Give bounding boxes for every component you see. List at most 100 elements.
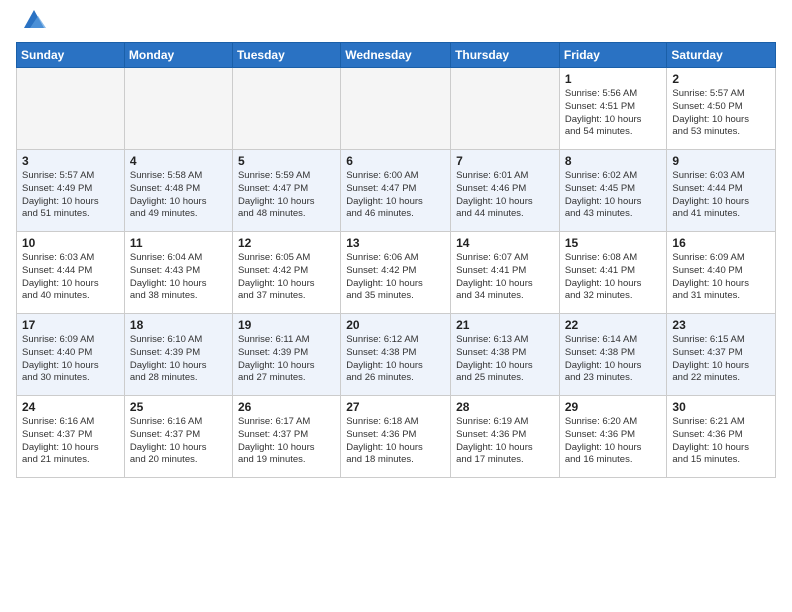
day-info: Sunrise: 6:21 AMSunset: 4:36 PMDaylight:… <box>672 416 770 467</box>
calendar-cell: 10Sunrise: 6:03 AMSunset: 4:44 PMDayligh… <box>17 232 125 314</box>
calendar-cell: 4 Sunrise: 5:58 AMSunset: 4:48 PMDaylight… <box>124 150 232 232</box>
calendar-cell: 2 Sunrise: 5:57 AMSunset: 4:50 PMDaylight… <box>667 68 776 150</box>
day-info: Sunrise: 6:14 AMSunset: 4:38 PMDaylight:… <box>565 334 662 385</box>
day-info: Sunrise: 6:19 AMSunset: 4:36 PMDaylight:… <box>456 416 554 467</box>
day-number: 20 <box>346 318 445 332</box>
day-number: 27 <box>346 400 445 414</box>
calendar-cell: 8 Sunrise: 6:02 AMSunset: 4:45 PMDaylight… <box>559 150 667 232</box>
calendar-cell: 23Sunrise: 6:15 AMSunset: 4:37 PMDayligh… <box>667 314 776 396</box>
day-info: Sunrise: 6:17 AMSunset: 4:37 PMDaylight:… <box>238 416 335 467</box>
day-info: Sunrise: 6:18 AMSunset: 4:36 PMDaylight:… <box>346 416 445 467</box>
day-number: 26 <box>238 400 335 414</box>
weekday-header-row: SundayMondayTuesdayWednesdayThursdayFrid… <box>17 43 776 68</box>
weekday-header-thursday: Thursday <box>451 43 560 68</box>
calendar-cell <box>17 68 125 150</box>
day-number: 28 <box>456 400 554 414</box>
calendar-cell: 14Sunrise: 6:07 AMSunset: 4:41 PMDayligh… <box>451 232 560 314</box>
day-info: Sunrise: 6:08 AMSunset: 4:41 PMDaylight:… <box>565 252 662 303</box>
weekday-header-wednesday: Wednesday <box>341 43 451 68</box>
week-row-4: 17 Sunrise: 6:09 AMSunset: 4:40 PMDayligh… <box>17 314 776 396</box>
day-info: Sunrise: 5:56 AMSunset: 4:51 PMDaylight:… <box>565 88 662 139</box>
calendar-cell: 9Sunrise: 6:03 AMSunset: 4:44 PMDaylight… <box>667 150 776 232</box>
logo-icon <box>20 6 48 34</box>
day-info: Sunrise: 6:10 AMSunset: 4:39 PMDaylight:… <box>130 334 227 385</box>
day-info: Sunrise: 6:09 AMSunset: 4:40 PMDaylight:… <box>22 334 119 385</box>
calendar-cell: 15Sunrise: 6:08 AMSunset: 4:41 PMDayligh… <box>559 232 667 314</box>
calendar-cell: 1 Sunrise: 5:56 AMSunset: 4:51 PMDaylight… <box>559 68 667 150</box>
calendar-cell: 7 Sunrise: 6:01 AMSunset: 4:46 PMDaylight… <box>451 150 560 232</box>
day-number: 30 <box>672 400 770 414</box>
day-info: Sunrise: 6:20 AMSunset: 4:36 PMDaylight:… <box>565 416 662 467</box>
day-info: Sunrise: 6:00 AMSunset: 4:47 PMDaylight:… <box>346 170 445 221</box>
calendar-cell: 22 Sunrise: 6:14 AMSunset: 4:38 PMDayligh… <box>559 314 667 396</box>
day-number: 4 <box>130 154 227 168</box>
calendar-cell: 24 Sunrise: 6:16 AMSunset: 4:37 PMDayligh… <box>17 396 125 478</box>
day-info: Sunrise: 6:04 AMSunset: 4:43 PMDaylight:… <box>130 252 227 303</box>
day-number: 12 <box>238 236 335 250</box>
day-number: 22 <box>565 318 662 332</box>
day-info: Sunrise: 6:07 AMSunset: 4:41 PMDaylight:… <box>456 252 554 303</box>
logo <box>16 10 48 34</box>
weekday-header-sunday: Sunday <box>17 43 125 68</box>
day-info: Sunrise: 6:13 AMSunset: 4:38 PMDaylight:… <box>456 334 554 385</box>
calendar-cell: 19 Sunrise: 6:11 AMSunset: 4:39 PMDayligh… <box>232 314 340 396</box>
calendar-cell: 29Sunrise: 6:20 AMSunset: 4:36 PMDayligh… <box>559 396 667 478</box>
page: SundayMondayTuesdayWednesdayThursdayFrid… <box>0 0 792 612</box>
day-info: Sunrise: 6:02 AMSunset: 4:45 PMDaylight:… <box>565 170 662 221</box>
calendar-cell: 20 Sunrise: 6:12 AMSunset: 4:38 PMDayligh… <box>341 314 451 396</box>
calendar-cell: 13 Sunrise: 6:06 AMSunset: 4:42 PMDayligh… <box>341 232 451 314</box>
calendar-cell: 17 Sunrise: 6:09 AMSunset: 4:40 PMDayligh… <box>17 314 125 396</box>
calendar-cell: 16 Sunrise: 6:09 AMSunset: 4:40 PMDayligh… <box>667 232 776 314</box>
weekday-header-monday: Monday <box>124 43 232 68</box>
day-number: 3 <box>22 154 119 168</box>
day-number: 16 <box>672 236 770 250</box>
day-info: Sunrise: 5:57 AMSunset: 4:49 PMDaylight:… <box>22 170 119 221</box>
calendar-cell: 3 Sunrise: 5:57 AMSunset: 4:49 PMDaylight… <box>17 150 125 232</box>
day-number: 18 <box>130 318 227 332</box>
calendar-cell: 6Sunrise: 6:00 AMSunset: 4:47 PMDaylight… <box>341 150 451 232</box>
calendar-cell <box>451 68 560 150</box>
calendar-cell: 28 Sunrise: 6:19 AMSunset: 4:36 PMDayligh… <box>451 396 560 478</box>
calendar-cell: 21Sunrise: 6:13 AMSunset: 4:38 PMDayligh… <box>451 314 560 396</box>
day-info: Sunrise: 6:12 AMSunset: 4:38 PMDaylight:… <box>346 334 445 385</box>
calendar-cell <box>341 68 451 150</box>
day-info: Sunrise: 6:09 AMSunset: 4:40 PMDaylight:… <box>672 252 770 303</box>
day-info: Sunrise: 6:11 AMSunset: 4:39 PMDaylight:… <box>238 334 335 385</box>
calendar-cell: 12Sunrise: 6:05 AMSunset: 4:42 PMDayligh… <box>232 232 340 314</box>
calendar-cell: 30 Sunrise: 6:21 AMSunset: 4:36 PMDayligh… <box>667 396 776 478</box>
day-number: 11 <box>130 236 227 250</box>
weekday-header-saturday: Saturday <box>667 43 776 68</box>
calendar-cell: 5Sunrise: 5:59 AMSunset: 4:47 PMDaylight… <box>232 150 340 232</box>
calendar-cell <box>124 68 232 150</box>
calendar-table: SundayMondayTuesdayWednesdayThursdayFrid… <box>16 42 776 478</box>
day-number: 19 <box>238 318 335 332</box>
day-info: Sunrise: 6:03 AMSunset: 4:44 PMDaylight:… <box>22 252 119 303</box>
week-row-1: 1 Sunrise: 5:56 AMSunset: 4:51 PMDaylight… <box>17 68 776 150</box>
day-number: 5 <box>238 154 335 168</box>
day-info: Sunrise: 6:01 AMSunset: 4:46 PMDaylight:… <box>456 170 554 221</box>
day-info: Sunrise: 6:03 AMSunset: 4:44 PMDaylight:… <box>672 170 770 221</box>
day-info: Sunrise: 5:58 AMSunset: 4:48 PMDaylight:… <box>130 170 227 221</box>
day-number: 17 <box>22 318 119 332</box>
calendar-cell: 25 Sunrise: 6:16 AMSunset: 4:37 PMDayligh… <box>124 396 232 478</box>
day-info: Sunrise: 6:15 AMSunset: 4:37 PMDaylight:… <box>672 334 770 385</box>
day-info: Sunrise: 6:16 AMSunset: 4:37 PMDaylight:… <box>22 416 119 467</box>
calendar-cell: 26 Sunrise: 6:17 AMSunset: 4:37 PMDayligh… <box>232 396 340 478</box>
calendar-cell: 18 Sunrise: 6:10 AMSunset: 4:39 PMDayligh… <box>124 314 232 396</box>
header <box>16 10 776 34</box>
day-info: Sunrise: 6:16 AMSunset: 4:37 PMDaylight:… <box>130 416 227 467</box>
calendar-cell: 27 Sunrise: 6:18 AMSunset: 4:36 PMDayligh… <box>341 396 451 478</box>
day-number: 7 <box>456 154 554 168</box>
day-number: 25 <box>130 400 227 414</box>
calendar-cell <box>232 68 340 150</box>
day-number: 1 <box>565 72 662 86</box>
calendar-cell: 11 Sunrise: 6:04 AMSunset: 4:43 PMDayligh… <box>124 232 232 314</box>
day-info: Sunrise: 5:57 AMSunset: 4:50 PMDaylight:… <box>672 88 770 139</box>
week-row-5: 24 Sunrise: 6:16 AMSunset: 4:37 PMDayligh… <box>17 396 776 478</box>
day-number: 13 <box>346 236 445 250</box>
day-number: 24 <box>22 400 119 414</box>
day-number: 2 <box>672 72 770 86</box>
day-number: 8 <box>565 154 662 168</box>
weekday-header-friday: Friday <box>559 43 667 68</box>
day-info: Sunrise: 6:06 AMSunset: 4:42 PMDaylight:… <box>346 252 445 303</box>
